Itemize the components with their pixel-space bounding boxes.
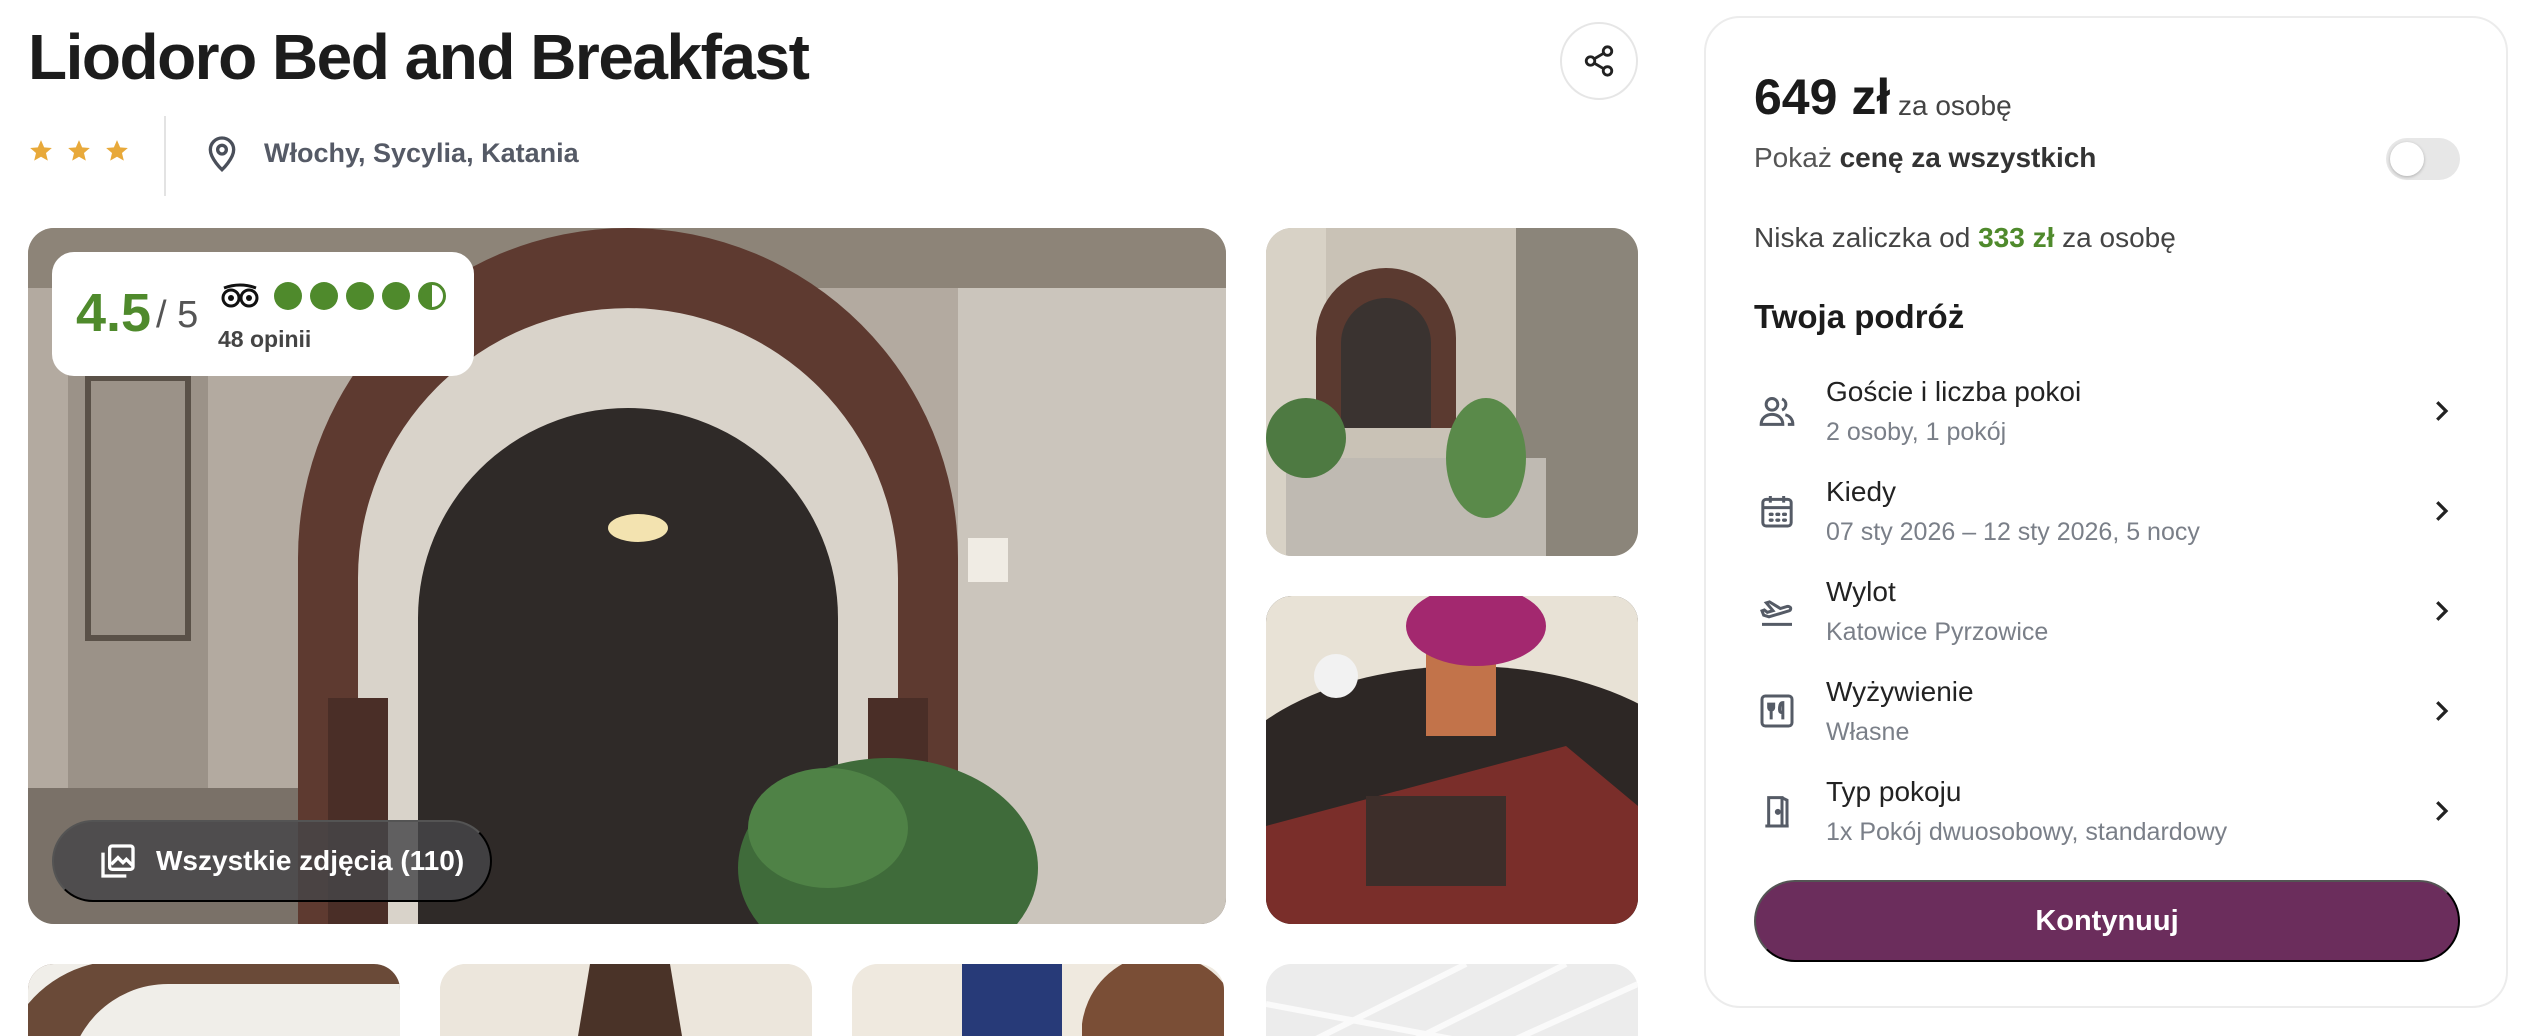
photo-thumbnail[interactable]: [1266, 596, 1638, 924]
trip-row-label: Kiedy: [1826, 476, 1897, 507]
location-pin-icon: [208, 136, 236, 172]
chevron-right-icon: [2436, 401, 2449, 421]
booking-panel: 649 zł za osobę Pokaż cenę za wszystkich…: [1704, 16, 2508, 1008]
reviews-count: 48 opinii: [218, 326, 312, 352]
photo-thumbnail[interactable]: [1266, 228, 1638, 556]
share-icon: [1584, 45, 1614, 77]
map-thumbnail[interactable]: [1266, 964, 1638, 1036]
trip-row-value: 07 sty 2026 – 12 sty 2026, 5 nocy: [1826, 518, 2200, 546]
show-all-bold: cenę za wszystkich: [1839, 142, 2097, 173]
rating-score: 4.5: [76, 283, 152, 343]
hotel-location[interactable]: Włochy, Sycylia, Katania: [202, 132, 579, 174]
trip-heading: Twoja podróż: [1754, 298, 1965, 335]
guests-icon: [1754, 388, 1800, 434]
trip-row-meals[interactable]: Wyżywienie Własne: [1742, 668, 2466, 758]
gallery-icon: [101, 844, 135, 878]
trip-row-guests[interactable]: Goście i liczba pokoi 2 osoby, 1 pokój: [1742, 368, 2466, 458]
chevron-right-icon: [2436, 601, 2449, 621]
rating-bubble-full: [346, 282, 374, 310]
rating-card[interactable]: 4.5 / 5 48 opinii: [52, 252, 474, 376]
share-button[interactable]: [1560, 22, 1638, 100]
all-photos-button[interactable]: Wszystkie zdjęcia (110): [52, 820, 492, 902]
hotel-title: Liodoro Bed and Breakfast: [28, 21, 810, 93]
price-value: 649 zł: [1754, 69, 1891, 125]
trip-row-label: Wylot: [1826, 576, 1896, 607]
table-flowers-photo-image: [1266, 596, 1638, 924]
deposit-amount: 333 zł: [1978, 222, 2055, 253]
trip-row-dates[interactable]: Kiedy 07 sty 2026 – 12 sty 2026, 5 nocy: [1742, 468, 2466, 558]
photo-thumbnail[interactable]: [440, 964, 812, 1036]
tripadvisor-icon: [221, 283, 259, 308]
room-photo-image: [440, 964, 812, 1036]
tripadvisor-bubbles: [274, 282, 446, 310]
painting-photo-image: [852, 964, 1224, 1036]
trip-row-value: 2 osoby, 1 pokój: [1826, 418, 2007, 446]
chevron-right-icon: [2436, 501, 2449, 521]
chevron-right-icon: [2436, 701, 2449, 721]
deposit-prefix: Niska zaliczka od: [1754, 222, 1979, 253]
trip-row-value: Własne: [1826, 718, 1910, 746]
chevron-right-icon: [2436, 801, 2449, 821]
meal-icon: [1754, 688, 1800, 734]
rating-bubble-full: [310, 282, 338, 310]
trip-row-room-type[interactable]: Typ pokoju 1x Pokój dwuosobowy, standard…: [1742, 768, 2466, 858]
courtyard-photo-image: [1266, 228, 1638, 556]
plane-departure-icon: [1754, 588, 1800, 634]
interior-photo-image: [28, 964, 400, 1036]
rating-bubble-full: [382, 282, 410, 310]
continue-button[interactable]: Kontynuuj: [1754, 880, 2460, 962]
star-icon: [106, 140, 128, 161]
show-all-prefix: Pokaż: [1754, 142, 1840, 173]
rating-bubble-full: [274, 282, 302, 310]
photo-thumbnail[interactable]: [28, 964, 400, 1036]
all-photos-label: Wszystkie zdjęcia (110): [156, 845, 465, 876]
photo-thumbnail[interactable]: [852, 964, 1224, 1036]
deposit-suffix: za osobę: [2054, 222, 2176, 253]
trip-row-value: 1x Pokój dwuosobowy, standardowy: [1826, 818, 2228, 846]
star-icon: [68, 140, 90, 161]
door-icon: [1754, 788, 1800, 834]
location-text: Włochy, Sycylia, Katania: [264, 137, 579, 168]
calendar-icon: [1754, 488, 1800, 534]
rating-max: / 5: [156, 294, 199, 336]
trip-row-label: Goście i liczba pokoi: [1826, 376, 2082, 407]
hotel-stars: [28, 138, 130, 164]
trip-row-label: Typ pokoju: [1826, 776, 1962, 807]
deposit-info: Niska zaliczka od 333 zł za osobę: [1754, 222, 2176, 254]
map-image: [1266, 964, 1638, 1036]
price-unit: za osobę: [1898, 90, 2012, 121]
rating-bubble-half: [418, 282, 446, 310]
trip-row-departure[interactable]: Wylot Katowice Pyrzowice: [1742, 568, 2466, 658]
header-divider: [164, 116, 166, 196]
trip-row-label: Wyżywienie: [1826, 676, 1974, 707]
show-total-price-toggle[interactable]: [2386, 138, 2460, 180]
star-icon: [30, 140, 52, 161]
show-total-price-label: Pokaż cenę za wszystkich: [1754, 142, 2096, 174]
trip-row-value: Katowice Pyrzowice: [1826, 618, 2049, 646]
